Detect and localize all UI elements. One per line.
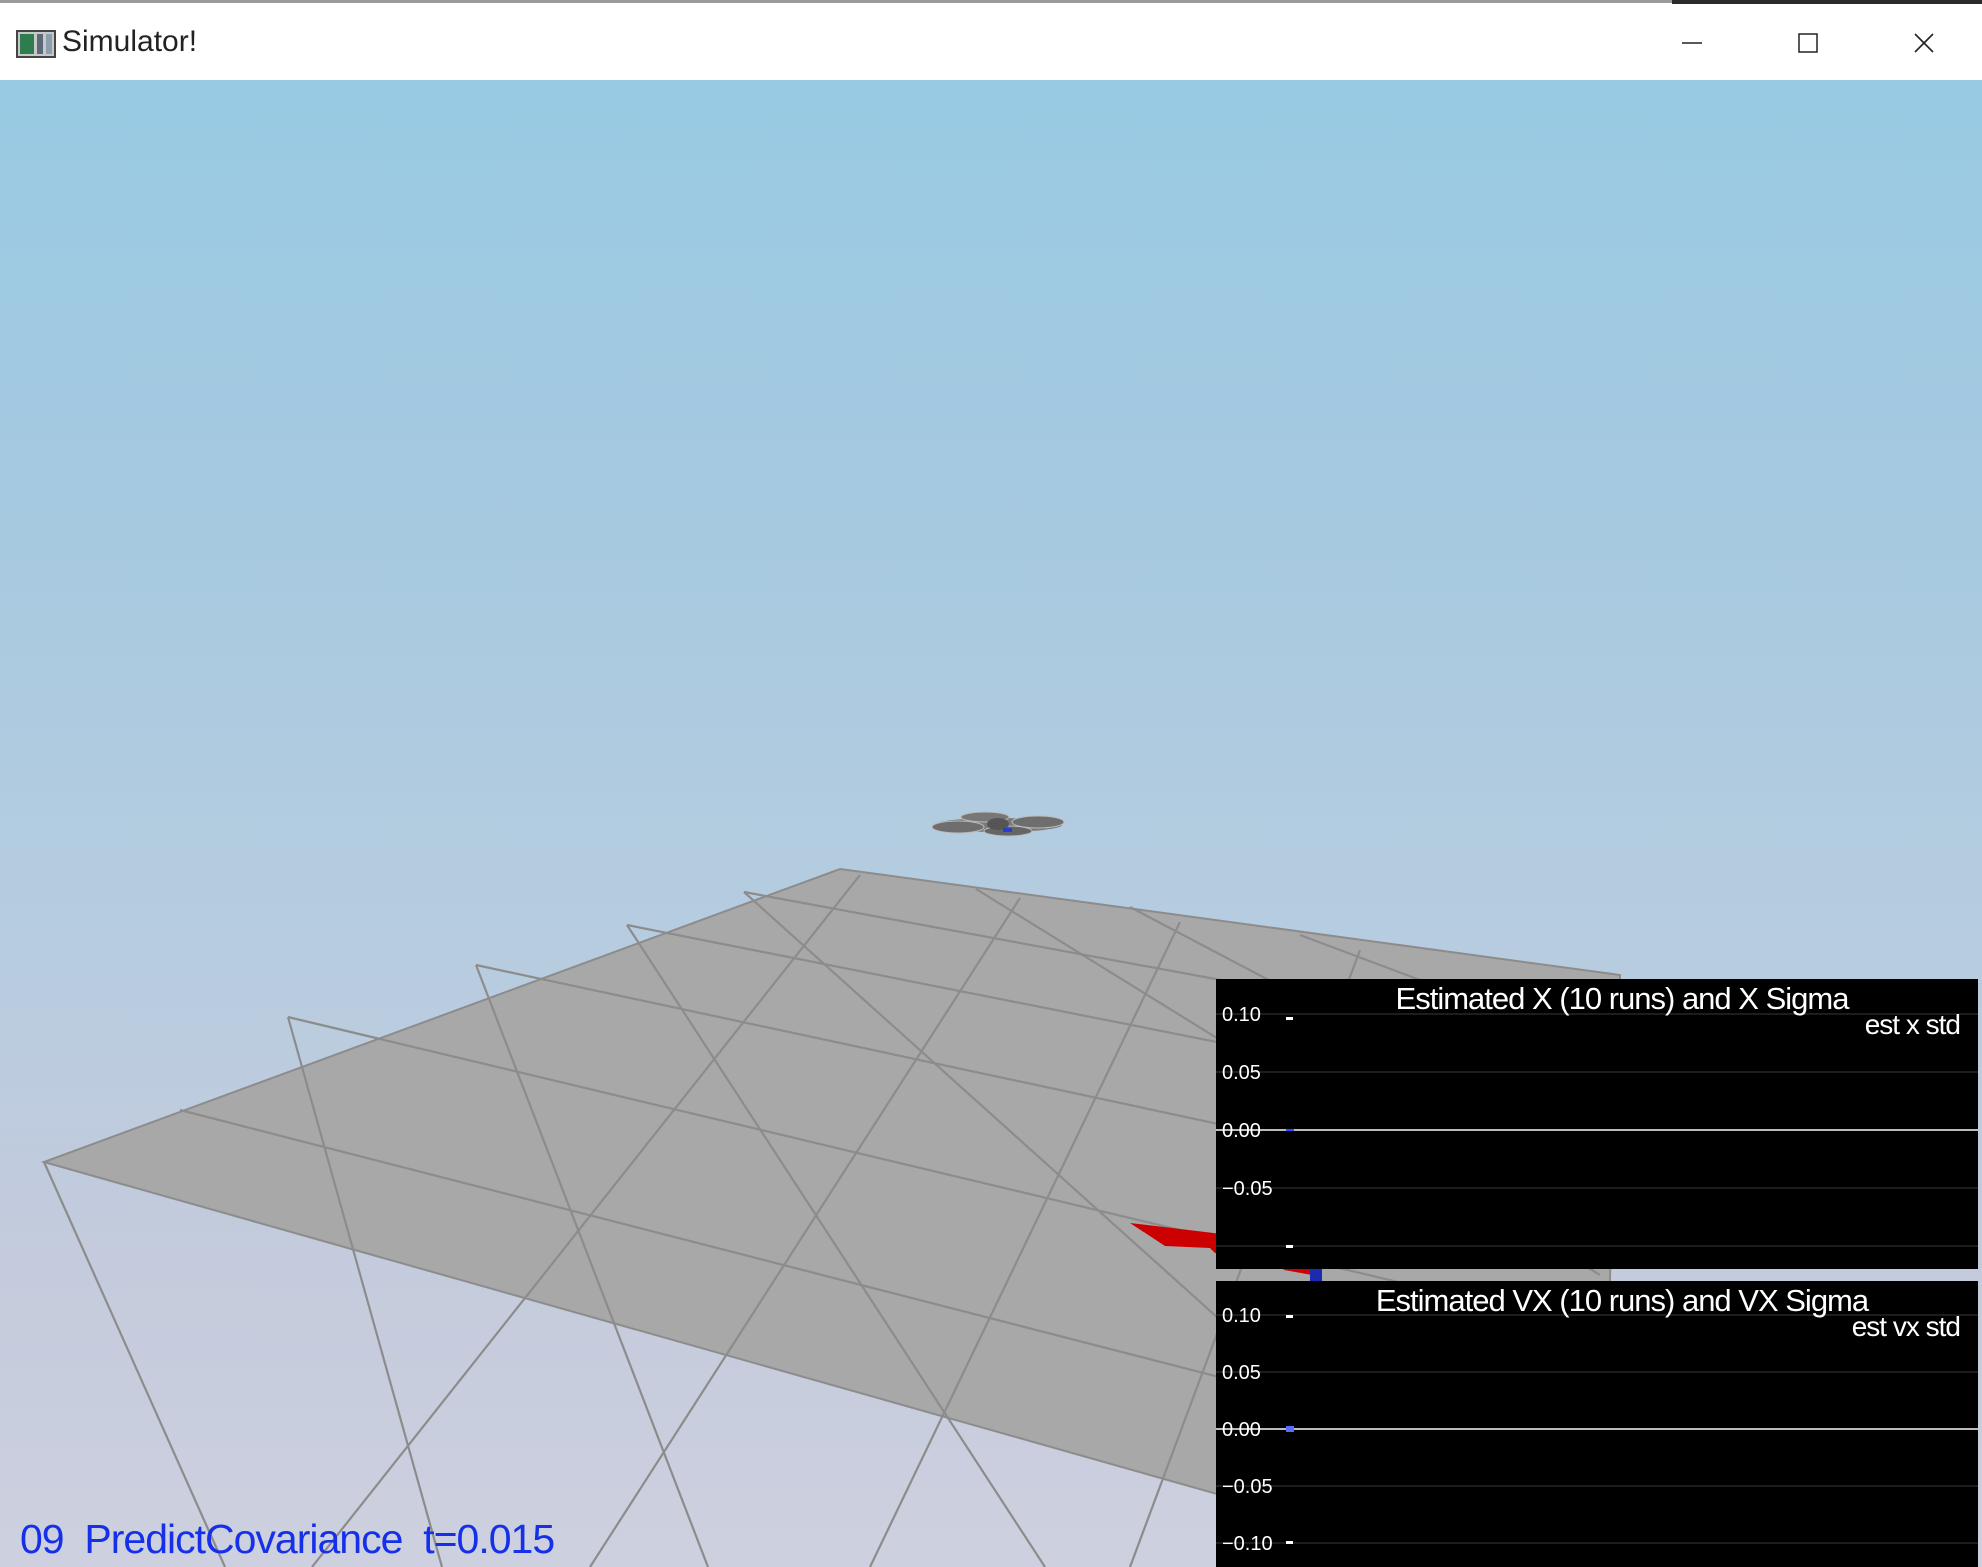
plot-x-ytick: 0.00 xyxy=(1222,1120,1261,1142)
plot-vx-data-mark xyxy=(1286,1426,1294,1432)
simulator-app-icon xyxy=(16,30,56,58)
plot-x-data-mark xyxy=(1286,1245,1293,1248)
simulator-viewport[interactable]: 0.10 0.05 0.00 −0.05 Estimated X (10 run… xyxy=(0,80,1982,1567)
plot-x-legend: est x std xyxy=(1864,1009,1961,1040)
plot-x-title: Estimated X (10 runs) and X Sigma xyxy=(1395,981,1850,1016)
plot-x-ytick: 0.05 xyxy=(1222,1062,1261,1084)
minimize-button[interactable] xyxy=(1634,3,1750,83)
sim-time: t=0.015 xyxy=(423,1516,555,1562)
plot-x-data-mark xyxy=(1286,1129,1294,1131)
window-titlebar[interactable]: Simulator! xyxy=(0,0,1982,80)
minimize-icon xyxy=(1682,42,1702,44)
plot-vx-ytick: 0.00 xyxy=(1222,1419,1261,1441)
scenario-status: 09 PredictCovariance t=0.015 xyxy=(20,1516,555,1563)
window-title: Simulator! xyxy=(62,25,198,58)
close-icon xyxy=(1914,33,1934,53)
close-button[interactable] xyxy=(1866,3,1982,83)
plot-x-data-mark xyxy=(1286,1017,1293,1020)
plot-x-ytick: −0.05 xyxy=(1222,1178,1273,1200)
plot-vx-legend: est vx std xyxy=(1851,1311,1961,1342)
plot-vx-ytick: 0.05 xyxy=(1222,1362,1261,1384)
scenario-number: 09 xyxy=(20,1516,65,1562)
plot-x-canvas: 0.10 0.05 0.00 −0.05 xyxy=(1216,1004,1978,1248)
plot-estimated-vx[interactable]: 0.10 0.05 0.00 −0.05 −0.10 Estimated VX … xyxy=(1216,1281,1978,1567)
maximize-button[interactable] xyxy=(1750,3,1866,83)
scenario-name: PredictCovariance xyxy=(84,1516,403,1562)
maximize-icon xyxy=(1798,33,1818,53)
plot-estimated-x[interactable]: 0.10 0.05 0.00 −0.05 Estimated X (10 run… xyxy=(1216,979,1978,1269)
drone-icon xyxy=(931,811,1065,837)
plot-vx-data-mark xyxy=(1286,1541,1293,1544)
plot-vx-ytick: −0.05 xyxy=(1222,1476,1273,1498)
plot-vx-ytick: −0.10 xyxy=(1222,1533,1273,1555)
